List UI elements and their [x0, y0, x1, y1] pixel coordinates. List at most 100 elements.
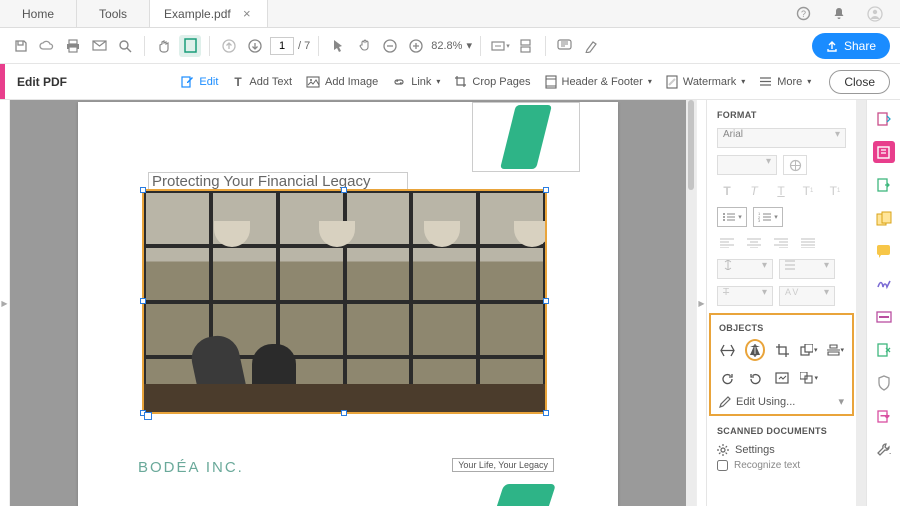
- redact-icon[interactable]: [873, 306, 895, 328]
- more-tools-icon[interactable]: +: [873, 438, 895, 460]
- page-number-input[interactable]: [270, 37, 294, 55]
- arrange-icon[interactable]: ▾: [800, 341, 818, 359]
- pan-icon[interactable]: [353, 35, 375, 57]
- tab-tools[interactable]: Tools: [77, 0, 150, 27]
- chevron-down-icon: ▾: [436, 77, 440, 86]
- align-objects-icon[interactable]: ▾: [827, 341, 845, 359]
- zoom-in-icon[interactable]: [405, 35, 427, 57]
- color-picker[interactable]: [783, 155, 807, 175]
- underline-icon[interactable]: T: [771, 182, 791, 200]
- account-icon[interactable]: [864, 3, 886, 25]
- edit-label: Edit: [199, 76, 218, 88]
- strikethrough-select[interactable]: T▾: [717, 286, 773, 306]
- decorative-shape: [484, 484, 556, 506]
- panel-scrollbar[interactable]: [856, 100, 866, 506]
- mail-icon[interactable]: [88, 35, 110, 57]
- page-down-icon[interactable]: [244, 35, 266, 57]
- group-icon[interactable]: ▾: [800, 369, 818, 387]
- more-button[interactable]: More ▾: [759, 76, 811, 88]
- tab-file[interactable]: Example.pdf ×: [150, 0, 268, 27]
- font-size-select[interactable]: ▾: [717, 155, 777, 175]
- close-button[interactable]: Close: [829, 70, 890, 94]
- align-right-icon[interactable]: [771, 234, 791, 252]
- page-display-icon[interactable]: [179, 35, 201, 57]
- char-spacing-select[interactable]: AV▾: [779, 286, 835, 306]
- main-area: ▶ Protecting Your Financial Legacy BODÉA…: [0, 100, 900, 506]
- topbar-right: ?: [792, 0, 900, 27]
- settings-button[interactable]: Settings: [717, 444, 846, 456]
- page-up-icon[interactable]: [218, 35, 240, 57]
- hand-tool-icon[interactable]: [153, 35, 175, 57]
- zoom-dropdown[interactable]: 82.8% ▾: [431, 39, 472, 52]
- more-label: More: [777, 76, 802, 88]
- bell-icon[interactable]: [828, 3, 850, 25]
- paragraph-spacing-select[interactable]: ▾: [779, 259, 835, 279]
- comment-icon[interactable]: [554, 35, 576, 57]
- superscript-icon[interactable]: T1: [798, 182, 818, 200]
- chevron-down-icon: ▾: [648, 77, 652, 86]
- tab-home[interactable]: Home: [0, 0, 77, 27]
- document-canvas[interactable]: Protecting Your Financial Legacy BODÉA I…: [10, 100, 686, 506]
- line-spacing-select[interactable]: ▾: [717, 259, 773, 279]
- rotate-ccw-icon[interactable]: [719, 369, 737, 387]
- fit-width-icon[interactable]: ▾: [489, 35, 511, 57]
- recognize-text-checkbox[interactable]: Recognize text: [717, 460, 846, 471]
- align-justify-icon[interactable]: [798, 234, 818, 252]
- scroll-mode-icon[interactable]: [515, 35, 537, 57]
- add-image-button[interactable]: Add Image: [306, 76, 378, 88]
- export-pdf-icon[interactable]: [873, 174, 895, 196]
- font-name: Arial: [723, 129, 743, 140]
- subscript-icon[interactable]: T1: [825, 182, 845, 200]
- cloud-icon[interactable]: [36, 35, 58, 57]
- flip-vertical-icon[interactable]: [719, 341, 736, 359]
- bullet-list-button[interactable]: ▾: [717, 207, 747, 227]
- recognize-checkbox-input[interactable]: [717, 460, 728, 471]
- align-left-icon[interactable]: [717, 234, 737, 252]
- flip-horizontal-icon[interactable]: [745, 339, 766, 361]
- edit-using-dropdown[interactable]: Edit Using... ▾: [719, 395, 844, 408]
- search-icon[interactable]: [114, 35, 136, 57]
- rotate-cw-icon[interactable]: [746, 369, 764, 387]
- save-icon[interactable]: [10, 35, 32, 57]
- tools-rail: +: [866, 100, 900, 506]
- sign-icon[interactable]: [873, 273, 895, 295]
- canvas-scrollbar[interactable]: [686, 100, 696, 506]
- numbered-list-button[interactable]: 123▾: [753, 207, 783, 227]
- combine-icon[interactable]: [873, 207, 895, 229]
- highlight-icon[interactable]: [580, 35, 602, 57]
- crop-object-icon[interactable]: [774, 341, 791, 359]
- link-button[interactable]: Link▾: [392, 76, 440, 88]
- protect-icon[interactable]: [873, 372, 895, 394]
- selected-image[interactable]: [142, 189, 547, 414]
- logo-placeholder[interactable]: [472, 102, 580, 172]
- help-icon[interactable]: ?: [792, 3, 814, 25]
- header-footer-button[interactable]: Header & Footer▾: [545, 75, 652, 89]
- create-pdf-icon[interactable]: [873, 108, 895, 130]
- select-icon[interactable]: [327, 35, 349, 57]
- edit-pdf-rail-icon[interactable]: [873, 141, 895, 163]
- replace-image-icon[interactable]: [773, 369, 791, 387]
- chevron-down-icon: ▾: [741, 77, 745, 86]
- italic-icon[interactable]: T: [744, 182, 764, 200]
- crop-label: Crop Pages: [472, 76, 530, 88]
- add-text-button[interactable]: TAdd Text: [232, 76, 292, 88]
- organize-icon[interactable]: [873, 405, 895, 427]
- close-tab-icon[interactable]: ×: [241, 8, 253, 20]
- left-panel-toggle[interactable]: ▶: [0, 100, 10, 506]
- add-text-label: Add Text: [249, 76, 292, 88]
- optimize-icon[interactable]: [873, 339, 895, 361]
- edit-toolbar: Edit PDF Edit TAdd Text Add Image Link▾ …: [0, 64, 900, 100]
- share-button[interactable]: Share: [812, 33, 890, 59]
- tagline-box[interactable]: Your Life, Your Legacy: [452, 458, 554, 472]
- right-panel-toggle[interactable]: ▶: [696, 100, 706, 506]
- font-family-select[interactable]: Arial▾: [717, 128, 846, 148]
- print-icon[interactable]: [62, 35, 84, 57]
- edit-button[interactable]: Edit: [180, 75, 218, 89]
- chevron-down-icon: ▾: [807, 77, 811, 86]
- crop-button[interactable]: Crop Pages: [454, 75, 530, 88]
- zoom-out-icon[interactable]: [379, 35, 401, 57]
- align-center-icon[interactable]: [744, 234, 764, 252]
- comment-rail-icon[interactable]: [873, 240, 895, 262]
- watermark-button[interactable]: Watermark▾: [666, 75, 745, 89]
- bold-icon[interactable]: T: [717, 182, 737, 200]
